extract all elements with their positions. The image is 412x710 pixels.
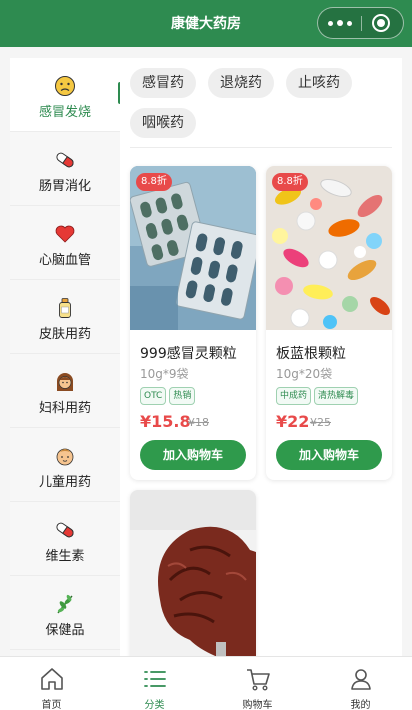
sidebar-item-label: 维生素 xyxy=(45,549,85,564)
herb-leaf-icon xyxy=(57,594,73,614)
sidebar-item-label: 保健品 xyxy=(45,623,85,638)
tab-label: 首页 xyxy=(41,700,62,710)
original-price: ¥18 xyxy=(188,416,209,429)
sidebar-item-vitamins[interactable]: 维生素 xyxy=(10,502,120,576)
product-badge: 清热解毒 xyxy=(314,387,359,405)
user-icon xyxy=(351,669,371,690)
sidebar-item-children[interactable]: 儿童用药 xyxy=(10,428,120,502)
cart-icon xyxy=(247,669,270,691)
baby-icon xyxy=(56,448,74,466)
sidebar-item-cardio[interactable]: 心脑血管 xyxy=(10,206,120,280)
woman-icon xyxy=(57,373,73,391)
product-badge: 中成药 xyxy=(276,387,312,405)
heart-icon xyxy=(55,225,75,243)
product-price: ¥15.8 xyxy=(140,412,191,431)
sidebar-item-skin[interactable]: 皮肤用药 xyxy=(10,280,120,354)
product-image xyxy=(130,490,256,656)
product-badges: 中成药 清热解毒 xyxy=(276,383,361,405)
discount-badge: 8.8折 xyxy=(136,173,172,191)
bottom-tab-bar: 首页 分类 购物车 我的 xyxy=(0,656,412,710)
tab-category[interactable]: 分类 xyxy=(103,657,206,710)
product-card[interactable]: 8.8折 999感冒灵颗粒 10g*9袋 OTC 热销 ¥15.8 ¥18 加入购… xyxy=(130,166,256,480)
tab-label: 分类 xyxy=(144,700,165,710)
sidebar-item-gynecology[interactable]: 妇科用药 xyxy=(10,354,120,428)
home-icon xyxy=(41,668,63,690)
product-price: ¥22 xyxy=(276,412,310,431)
product-card[interactable]: 8.8折 板蓝根颗粒 10g*20袋 中成药 清热解毒 ¥22 ¥25 加入购物车 xyxy=(266,166,392,480)
subcategory-tag[interactable]: 止咳药 xyxy=(286,68,352,98)
product-image: 8.8折 xyxy=(130,166,256,330)
capsule-divider xyxy=(361,16,362,31)
product-name: 板蓝根颗粒 xyxy=(276,346,346,362)
product-spec: 10g*9袋 xyxy=(140,367,189,381)
sidebar-item-digestion[interactable]: 肠胃消化 xyxy=(10,132,120,206)
sick-face-icon xyxy=(55,76,75,96)
more-icon[interactable] xyxy=(328,15,358,31)
tab-profile[interactable]: 我的 xyxy=(309,657,412,710)
product-badge: 热销 xyxy=(169,387,196,405)
category-sidebar: 感冒发烧 肠胃消化 心脑血管 皮肤用药 妇科用药 儿童用药 维生素 保健品 xyxy=(10,58,122,656)
product-name: 999感冒灵颗粒 xyxy=(140,346,237,362)
sidebar-item-label: 儿童用药 xyxy=(38,475,91,490)
sidebar-item-label: 皮肤用药 xyxy=(38,327,91,342)
tab-cart[interactable]: 购物车 xyxy=(206,657,309,710)
discount-badge: 8.8折 xyxy=(272,173,308,191)
product-badges: OTC 热销 xyxy=(140,383,198,405)
product-spec: 10g*20袋 xyxy=(276,367,333,381)
product-image: 8.8折 xyxy=(266,166,392,330)
mini-program-capsule xyxy=(317,7,404,39)
sidebar-item-health-products[interactable]: 保健品 xyxy=(10,576,120,650)
tab-label: 购物车 xyxy=(242,700,273,710)
close-miniprogram-icon[interactable] xyxy=(372,14,390,32)
subcategory-tag[interactable]: 退烧药 xyxy=(208,68,274,98)
sidebar-item-label: 心脑血管 xyxy=(38,253,91,268)
subcategory-tag[interactable]: 感冒药 xyxy=(130,68,196,98)
list-icon xyxy=(144,671,166,687)
sidebar-item-label: 感冒发烧 xyxy=(38,105,91,120)
capsule-pill-icon xyxy=(56,522,74,538)
product-card[interactable] xyxy=(130,490,256,656)
add-to-cart-button[interactable]: 加入购物车 xyxy=(276,440,382,470)
tags-divider xyxy=(130,147,392,148)
tab-home[interactable]: 首页 xyxy=(0,657,103,710)
lotion-bottle-icon xyxy=(59,298,71,318)
sidebar-item-label: 肠胃消化 xyxy=(38,179,91,194)
subcategory-tag[interactable]: 咽喉药 xyxy=(130,108,196,138)
tab-label: 我的 xyxy=(350,700,371,710)
original-price: ¥25 xyxy=(310,416,331,429)
product-badge: OTC xyxy=(140,387,167,405)
capsule-pill-icon xyxy=(56,152,74,168)
sidebar-item-label: 妇科用药 xyxy=(38,401,91,416)
sidebar-item-cold-fever[interactable]: 感冒发烧 xyxy=(10,58,122,132)
add-to-cart-button[interactable]: 加入购物车 xyxy=(140,440,246,470)
product-panel: 感冒药 退烧药 止咳药 咽喉药 8.8折 999感冒灵颗粒 10g*9袋 OTC… xyxy=(120,58,402,656)
top-nav-bar: 康健大药房 xyxy=(0,0,412,47)
